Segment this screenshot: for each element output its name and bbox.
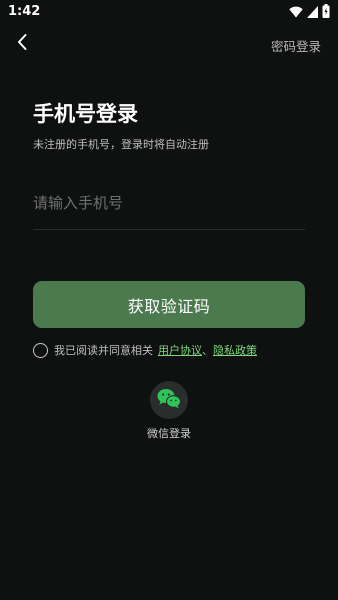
status-icons — [289, 3, 330, 22]
get-code-button[interactable]: 获取验证码 — [33, 281, 305, 328]
page-title: 手机号登录 — [33, 102, 138, 126]
agreement-row: 我已阅读并同意相关 用户协议 、 隐私政策 — [33, 341, 257, 359]
wechat-login-label: 微信登录 — [147, 427, 191, 440]
phone-input[interactable] — [33, 186, 305, 220]
battery-icon — [322, 3, 330, 22]
phone-field — [33, 186, 305, 230]
wechat-login-button[interactable] — [150, 381, 188, 419]
agreement-separator: 、 — [202, 344, 213, 357]
page-subtitle: 未注册的手机号，登录时将自动注册 — [33, 138, 209, 151]
agreement-text: 我已阅读并同意相关 — [54, 344, 153, 357]
wechat-icon — [157, 388, 182, 413]
chevron-left-icon — [16, 33, 28, 55]
status-bar: 1:42 — [0, 0, 338, 24]
back-button[interactable] — [10, 30, 34, 58]
agreement-checkbox[interactable] — [33, 342, 48, 358]
password-login-link[interactable]: 密码登录 — [271, 36, 321, 55]
privacy-policy-link[interactable]: 隐私政策 — [213, 342, 257, 358]
status-time: 1:42 — [8, 4, 41, 19]
user-agreement-link[interactable]: 用户协议 — [158, 342, 202, 358]
wifi-icon — [289, 3, 303, 22]
signal-icon — [307, 3, 318, 22]
nav-bar: 密码登录 — [0, 28, 338, 60]
